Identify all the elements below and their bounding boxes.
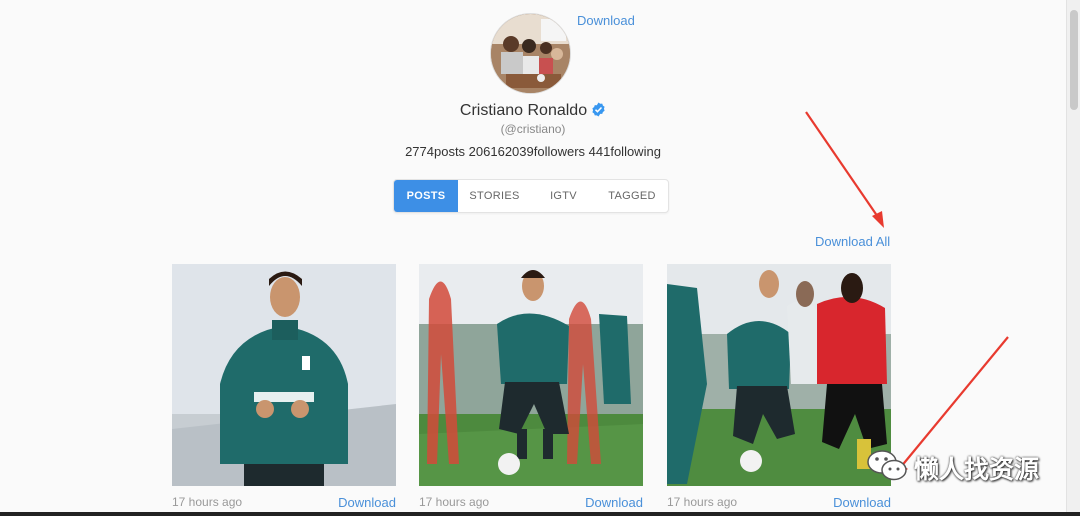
tab-tagged[interactable]: TAGGED [596, 180, 668, 212]
profile-tabs: POSTS STORIES IGTV TAGGED [393, 179, 669, 213]
watermark: 懒人找资源 [866, 448, 1039, 488]
post-time: 17 hours ago [419, 495, 490, 509]
post-download-link[interactable]: Download [585, 495, 643, 510]
scrollbar-thumb[interactable] [1070, 10, 1078, 110]
post-time: 17 hours ago [172, 495, 243, 509]
post-card: 17 hours ago Download [172, 264, 396, 515]
watermark-text: 懒人找资源 [914, 455, 1040, 484]
wechat-icon [866, 448, 910, 489]
post-card: 17 hours ago Download [419, 264, 643, 515]
vertical-scrollbar[interactable] [1066, 0, 1080, 516]
post-image[interactable] [172, 264, 396, 486]
verified-badge-icon [591, 102, 606, 122]
profile-handle: (@cristiano) [500, 122, 566, 136]
download-all-link[interactable]: Download All [815, 234, 890, 249]
profile-stats: 2774posts 206162039followers 441followin… [405, 144, 661, 159]
post-image[interactable] [667, 264, 891, 486]
tab-posts[interactable]: POSTS [394, 180, 458, 212]
profile-download-link[interactable]: Download [577, 13, 635, 28]
profile-name: Cristiano Ronaldo [0, 102, 1066, 122]
profile-avatar [490, 13, 571, 94]
post-download-link[interactable]: Download [833, 495, 891, 510]
post-image[interactable] [419, 264, 643, 486]
profile-name-text: Cristiano Ronaldo [459, 102, 588, 119]
post-card: 17 hours ago Download [667, 264, 891, 515]
post-download-link[interactable]: Download [338, 495, 396, 510]
tab-stories[interactable]: STORIES [458, 180, 531, 212]
bottom-edge [0, 512, 1080, 516]
tab-igtv[interactable]: IGTV [531, 180, 596, 212]
post-time: 17 hours ago [667, 495, 738, 509]
